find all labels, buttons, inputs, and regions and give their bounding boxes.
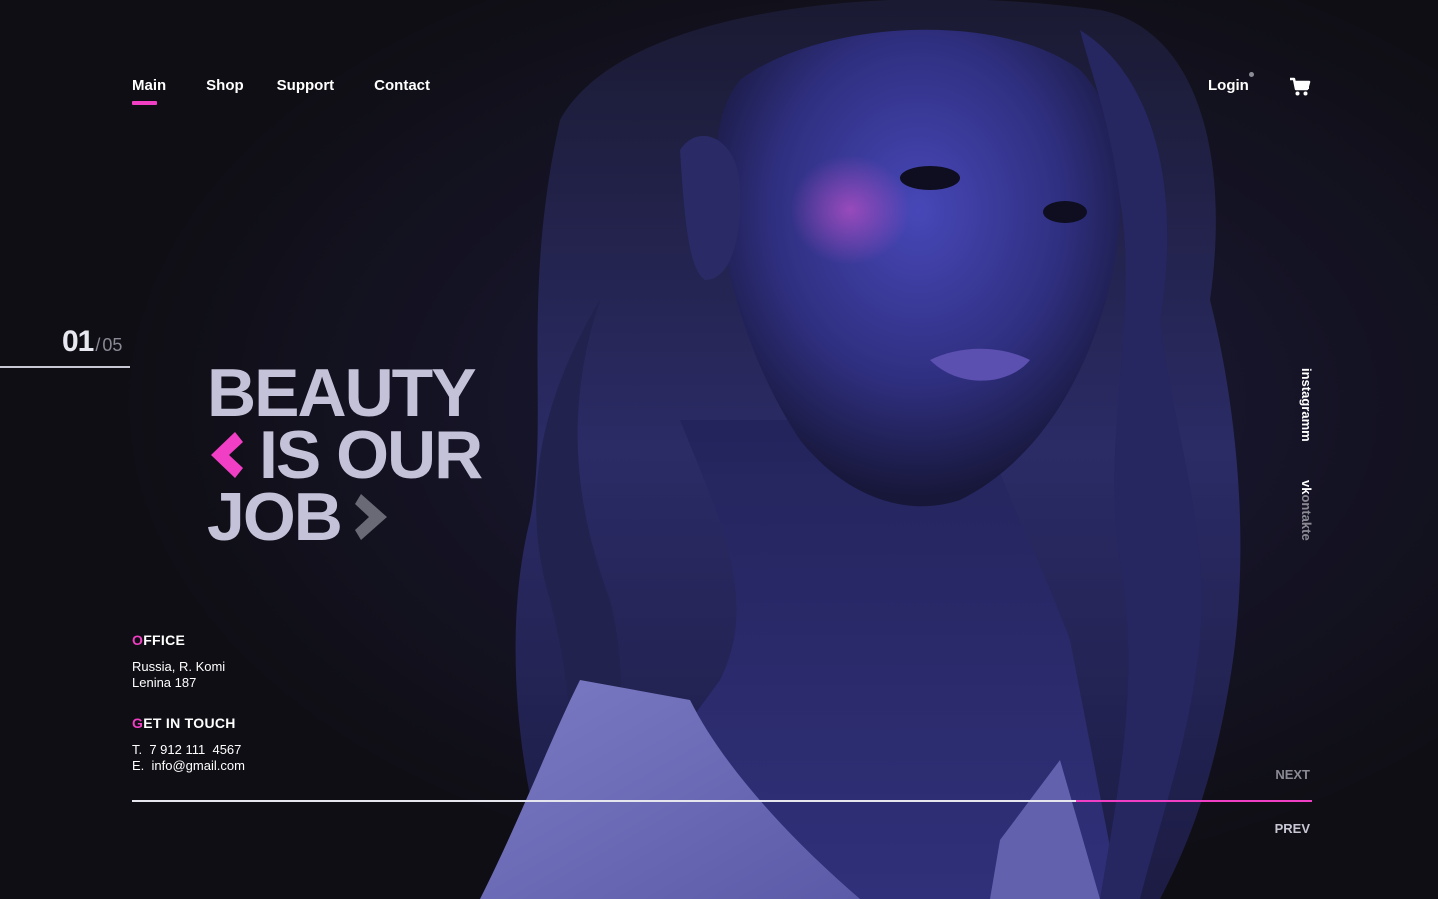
- nav-item-shop[interactable]: Shop: [206, 76, 244, 96]
- vk-label-rest: ontakte: [1299, 494, 1314, 541]
- headline-text-2: IS OUR: [259, 417, 483, 493]
- headline-line-1: BEAUTY: [207, 355, 481, 431]
- office-heading-rest: FFICE: [143, 632, 186, 648]
- slide-counter-underline: [0, 366, 130, 368]
- office-heading: OFFICE: [132, 632, 185, 648]
- slider-progress-fill: [1076, 800, 1312, 802]
- headline-line-3: JOB: [207, 479, 481, 555]
- slide-current: 01: [62, 325, 94, 358]
- cart-icon[interactable]: [1289, 77, 1311, 97]
- office-address-line-2: Lenina 187: [132, 675, 197, 690]
- office-heading-initial: O: [132, 632, 144, 648]
- chevron-left-icon[interactable]: [207, 430, 247, 480]
- nav-item-contact[interactable]: Contact: [374, 76, 430, 96]
- nav-item-main[interactable]: Main: [132, 76, 166, 105]
- prev-slide-button[interactable]: PREV: [1275, 821, 1310, 836]
- main-nav: Main Shop Support Contact: [132, 76, 430, 105]
- next-slide-button[interactable]: NEXT: [1275, 767, 1310, 782]
- contact-heading: GET IN TOUCH: [132, 715, 236, 731]
- contact-details: T. 7 912 111 4567 E. info@gmail.com: [132, 742, 245, 774]
- slide-separator: /: [95, 335, 101, 355]
- headline-text-3: JOB: [207, 479, 343, 555]
- office-address-line-1: Russia, R. Komi: [132, 659, 226, 674]
- office-address: Russia, R. Komi Lenina 187: [132, 659, 225, 691]
- login-link[interactable]: Login: [1208, 76, 1249, 96]
- slide-total: 05: [102, 335, 123, 355]
- contact-heading-initial: G: [132, 715, 144, 731]
- contact-phone[interactable]: T. 7 912 111 4567: [132, 742, 245, 758]
- chevron-right-icon[interactable]: [353, 492, 391, 542]
- headline-line-2: IS OUR: [207, 417, 483, 493]
- vk-label-prefix: vk: [1299, 480, 1314, 495]
- nav-item-support[interactable]: Support: [277, 76, 335, 96]
- login-indicator-dot: [1249, 72, 1254, 77]
- contact-email[interactable]: E. info@gmail.com: [132, 758, 245, 774]
- instagram-label: instagramm: [1299, 368, 1314, 442]
- social-link-instagram[interactable]: instagramm: [1299, 368, 1314, 442]
- hero-headline: BEAUTY IS OUR JOB: [207, 355, 483, 555]
- headline-text-1: BEAUTY: [207, 355, 477, 431]
- slide-counter: 01 / 05: [62, 325, 122, 359]
- contact-heading-rest: ET IN TOUCH: [143, 715, 236, 731]
- social-link-vkontakte[interactable]: vkontakte: [1299, 480, 1314, 541]
